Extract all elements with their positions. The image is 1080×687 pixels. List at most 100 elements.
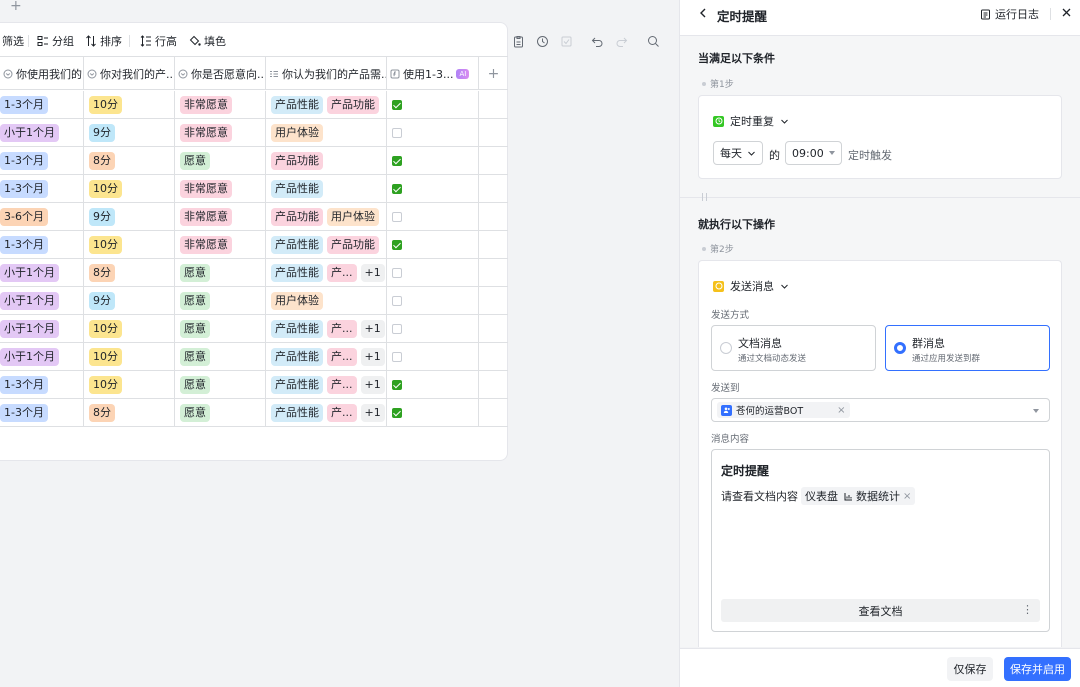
history-icon[interactable] (534, 33, 550, 49)
table-cell[interactable]: 产品功能 (266, 147, 387, 174)
remove-chip-icon[interactable]: × (903, 491, 911, 502)
table-cell[interactable]: 10分 (84, 231, 175, 258)
table-row[interactable]: 1-3个月 10分 非常愿意 产品性能 (0, 175, 508, 203)
checkbox-unchecked[interactable] (392, 211, 402, 222)
table-cell[interactable]: 9分 (84, 119, 175, 146)
add-sheet-icon[interactable]: + (10, 0, 22, 13)
table-cell[interactable] (387, 399, 479, 426)
table-cell[interactable]: 产品性能 (266, 175, 387, 202)
checkbox-checked[interactable] (392, 407, 402, 418)
table-cell[interactable]: 3-6个月 (0, 203, 84, 230)
checkbox-checked[interactable] (392, 379, 402, 390)
close-icon[interactable] (1061, 7, 1072, 18)
table-cell[interactable]: 产品性能 产品功能 (266, 91, 387, 118)
table-cell[interactable]: 小于1个月 (0, 119, 84, 146)
add-column-button[interactable]: + (479, 57, 508, 90)
checkbox-unchecked[interactable] (392, 323, 402, 334)
table-cell[interactable]: 非常愿意 (175, 175, 266, 202)
column-header[interactable]: 你是否愿意向... (175, 57, 266, 90)
table-cell[interactable]: 8分 (84, 399, 175, 426)
table-cell[interactable] (387, 91, 479, 118)
table-cell[interactable]: 1-3个月 (0, 399, 84, 426)
table-cell[interactable]: 1-3个月 (0, 147, 84, 174)
table-cell[interactable]: 愿意 (175, 399, 266, 426)
table-cell[interactable]: 1-3个月 (0, 175, 84, 202)
save-enable-button[interactable]: 保存并启用 (1004, 657, 1071, 681)
table-cell[interactable] (387, 175, 479, 202)
undo-icon[interactable] (589, 33, 605, 49)
table-cell[interactable]: 愿意 (175, 259, 266, 286)
table-row[interactable]: 3-6个月 9分 非常愿意 产品功能 用户体验 (0, 203, 508, 231)
message-body[interactable]: 请查看文档内容 仪表盘 数据统计 × (721, 487, 916, 505)
table-cell[interactable]: 10分 (84, 315, 175, 342)
table-cell[interactable]: 小于1个月 (0, 259, 84, 286)
checkbox-unchecked[interactable] (392, 127, 402, 138)
table-cell[interactable]: 小于1个月 (0, 315, 84, 342)
table-cell[interactable]: 9分 (84, 287, 175, 314)
table-cell[interactable]: 10分 (84, 175, 175, 202)
table-cell[interactable]: 非常愿意 (175, 91, 266, 118)
table-cell[interactable]: 产品性能 产... +1 (266, 371, 387, 398)
table-cell[interactable] (387, 315, 479, 342)
empty-add-row[interactable] (0, 427, 508, 461)
table-cell[interactable]: 小于1个月 (0, 343, 84, 370)
checkbox-checked[interactable] (392, 183, 402, 194)
column-header[interactable]: 你认为我们的产品需... (266, 57, 387, 90)
table-cell[interactable] (387, 203, 479, 230)
table-row[interactable]: 小于1个月 8分 愿意 产品性能 产... +1 (0, 259, 508, 287)
check-doc-icon[interactable] (558, 33, 574, 49)
radio-unchecked[interactable] (720, 342, 732, 354)
checkbox-checked[interactable] (392, 239, 402, 250)
filter-button[interactable]: 筛选 (2, 34, 24, 48)
table-cell[interactable]: 产品功能 用户体验 (266, 203, 387, 230)
table-cell[interactable]: 1-3个月 (0, 91, 84, 118)
table-cell[interactable]: 产品性能 产... +1 (266, 399, 387, 426)
form-icon[interactable] (510, 33, 526, 49)
table-cell[interactable] (387, 343, 479, 370)
table-cell[interactable]: 愿意 (175, 371, 266, 398)
table-row[interactable]: 1-3个月 10分 愿意 产品性能 产... +1 (0, 371, 508, 399)
back-icon[interactable] (697, 7, 709, 19)
sort-button[interactable]: 排序 (85, 34, 122, 48)
method-doc-option[interactable]: 文档消息 通过文档动态发送 (711, 325, 876, 371)
table-row[interactable]: 小于1个月 9分 非常愿意 用户体验 (0, 119, 508, 147)
group-button[interactable]: 分组 (37, 34, 74, 48)
table-cell[interactable]: 愿意 (175, 343, 266, 370)
table-cell[interactable]: 小于1个月 (0, 287, 84, 314)
table-cell[interactable] (387, 259, 479, 286)
table-cell[interactable]: 愿意 (175, 147, 266, 174)
frequency-select[interactable]: 每天 (713, 141, 763, 165)
checkbox-unchecked[interactable] (392, 295, 402, 306)
table-cell[interactable]: 非常愿意 (175, 203, 266, 230)
column-header[interactable]: 你对我们的产... (84, 57, 175, 90)
search-icon[interactable] (645, 33, 661, 49)
column-header[interactable]: 你使用我们的... (0, 57, 84, 90)
action-type-select[interactable]: 发送消息 (713, 278, 789, 294)
table-cell[interactable]: 8分 (84, 259, 175, 286)
table-cell[interactable]: 产品性能 产... +1 (266, 343, 387, 370)
table-cell[interactable]: 9分 (84, 203, 175, 230)
table-cell[interactable] (387, 119, 479, 146)
table-row[interactable]: 1-3个月 8分 愿意 产品功能 (0, 147, 508, 175)
table-cell[interactable]: 10分 (84, 371, 175, 398)
table-cell[interactable] (387, 371, 479, 398)
table-cell[interactable]: 用户体验 (266, 287, 387, 314)
recipient-select[interactable]: 苍何的运营BOT × (711, 398, 1050, 422)
redo-icon[interactable] (613, 33, 629, 49)
time-select[interactable]: 09:00 (785, 141, 842, 165)
checkbox-unchecked[interactable] (392, 351, 402, 362)
table-row[interactable]: 1-3个月 10分 非常愿意 产品性能 产品功能 (0, 231, 508, 259)
table-cell[interactable]: 10分 (84, 343, 175, 370)
more-vertical-icon[interactable]: ⋮ (1022, 603, 1033, 616)
table-cell[interactable]: 用户体验 (266, 119, 387, 146)
radio-checked[interactable] (894, 342, 906, 354)
table-cell[interactable]: 10分 (84, 91, 175, 118)
table-cell[interactable]: 愿意 (175, 287, 266, 314)
table-row[interactable]: 1-3个月 10分 非常愿意 产品性能 产品功能 (0, 91, 508, 119)
table-cell[interactable]: 8分 (84, 147, 175, 174)
checkbox-checked[interactable] (392, 99, 402, 110)
table-cell[interactable]: 1-3个月 (0, 371, 84, 398)
save-only-button[interactable]: 仅保存 (947, 657, 993, 681)
checkbox-checked[interactable] (392, 155, 402, 166)
table-cell[interactable] (387, 147, 479, 174)
